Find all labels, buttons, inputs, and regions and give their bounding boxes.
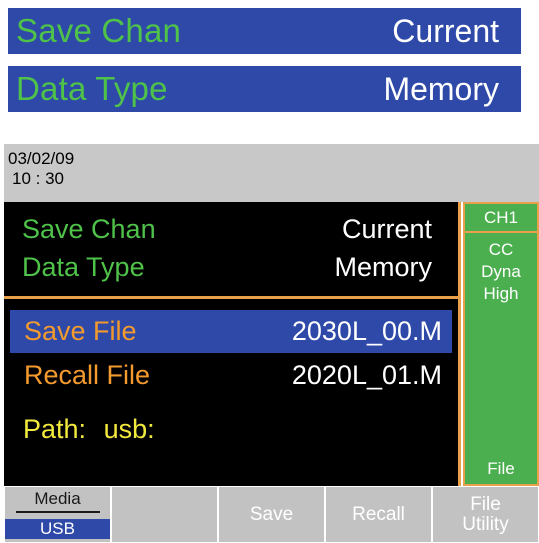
file-indicator: File <box>487 459 515 478</box>
save-chan-banner: Save Chan Current <box>8 8 521 54</box>
device-screen: 03/02/09 10 : 30 Save Chan Current Data … <box>4 144 539 543</box>
recall-file-value: 2020L_01.M <box>291 360 442 390</box>
data-type-banner-value: Memory <box>383 70 499 107</box>
range-indicator: High <box>483 284 519 303</box>
save-file-value: 2030L_00.M <box>291 316 442 346</box>
path-value: usb: <box>103 414 155 444</box>
save-chan-label: Save Chan <box>22 214 156 244</box>
path-label: Path: <box>23 414 87 444</box>
path-row: Path: usb: <box>23 414 155 445</box>
recall-file-row[interactable]: Recall File 2020L_01.M <box>10 354 452 397</box>
media-value: USB <box>5 519 110 539</box>
data-type-row[interactable]: Data Type Memory <box>22 252 432 283</box>
recall-softkey[interactable]: Recall <box>325 486 432 543</box>
media-divider <box>15 511 100 513</box>
date-bar: 03/02/09 10 : 30 <box>4 144 539 202</box>
dyna-indicator: Dyna <box>481 262 521 281</box>
save-softkey[interactable]: Save <box>218 486 325 543</box>
file-utility-line2: Utility <box>462 513 509 535</box>
media-softkey[interactable]: Media USB <box>4 486 111 543</box>
blank-softkey[interactable] <box>111 486 218 543</box>
data-type-banner-label: Data Type <box>16 70 168 107</box>
data-type-value: Memory <box>334 252 432 282</box>
time-text: 10 : 30 <box>12 169 64 188</box>
softkey-bar: Media USB Save Recall File Utility <box>4 486 539 543</box>
media-label: Media <box>34 489 81 508</box>
status-side-panel: CH1 CC Dyna High File <box>463 202 539 486</box>
save-chan-value: Current <box>341 214 432 244</box>
save-chan-banner-label: Save Chan <box>16 12 182 49</box>
recall-file-label: Recall File <box>24 360 151 390</box>
save-file-row[interactable]: Save File 2030L_00.M <box>10 310 452 353</box>
save-file-label: Save File <box>24 316 137 346</box>
channel-indicator: CH1 <box>465 204 537 233</box>
file-utility-line1: File <box>470 493 501 515</box>
mode-indicator: CC <box>488 240 514 259</box>
channel-settings: Save Chan Current Data Type Memory <box>4 202 458 299</box>
save-chan-banner-value: Current <box>392 12 499 49</box>
main-panel: Save Chan Current Data Type Memory Save … <box>4 202 461 486</box>
data-type-banner: Data Type Memory <box>8 66 521 112</box>
data-type-label: Data Type <box>22 252 145 282</box>
date-text: 03/02/09 <box>8 149 75 168</box>
file-utility-softkey[interactable]: File Utility <box>432 486 539 543</box>
save-chan-row[interactable]: Save Chan Current <box>22 214 432 245</box>
